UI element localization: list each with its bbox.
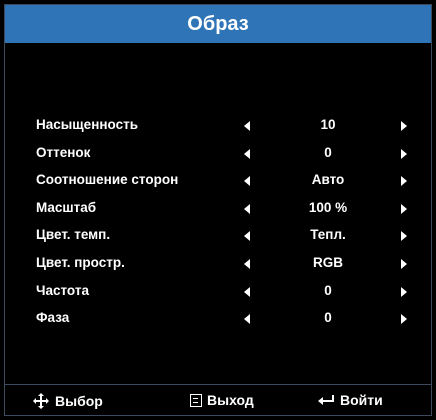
select-hint: Выбор <box>32 392 103 410</box>
exit-label: Выход <box>207 392 254 408</box>
setting-value: 10 <box>320 117 336 132</box>
exit-hint: Выход <box>190 392 254 408</box>
enter-label: Войти <box>340 392 383 408</box>
menu-button-icon <box>190 393 202 407</box>
increase-arrow-icon[interactable] <box>401 121 407 131</box>
decrease-arrow-icon[interactable] <box>244 314 250 325</box>
setting-row-saturation[interactable]: Насыщенность 10 <box>5 113 431 141</box>
select-label: Выбор <box>55 393 103 409</box>
osd-menu: Образ Насыщенность 10 Оттенок 0 Соотноше… <box>4 4 432 416</box>
setting-label: Насыщенность <box>36 117 138 132</box>
menu-title: Образ <box>187 12 249 35</box>
increase-arrow-icon[interactable] <box>401 286 407 297</box>
setting-label: Цвет. темп. <box>36 227 111 243</box>
setting-value: 0 <box>324 282 332 298</box>
increase-arrow-icon[interactable] <box>401 203 407 214</box>
enter-hint: Войти <box>317 392 383 408</box>
setting-label: Частота <box>36 282 89 298</box>
setting-value: 0 <box>324 310 332 326</box>
increase-arrow-icon[interactable] <box>401 148 407 159</box>
setting-value: Тепл. <box>310 227 346 243</box>
setting-row-aspect-ratio[interactable]: Соотношение сторон Авто <box>5 168 431 196</box>
move-arrows-icon <box>33 393 49 409</box>
setting-value: Авто <box>311 172 345 188</box>
settings-list: Насыщенность 10 Оттенок 0 Соотношение ст… <box>5 113 431 334</box>
increase-arrow-icon[interactable] <box>401 258 407 269</box>
decrease-arrow-icon[interactable] <box>244 176 250 187</box>
setting-label: Масштаб <box>36 199 97 215</box>
setting-row-color-space[interactable]: Цвет. простр. RGB <box>5 251 431 279</box>
decrease-arrow-icon[interactable] <box>244 286 250 297</box>
setting-row-frequency[interactable]: Частота 0 <box>5 279 431 307</box>
setting-value: 100 % <box>308 199 348 215</box>
decrease-arrow-icon[interactable] <box>244 203 250 214</box>
decrease-arrow-icon[interactable] <box>244 121 250 131</box>
increase-arrow-icon[interactable] <box>401 231 407 242</box>
setting-row-tint[interactable]: Оттенок 0 <box>5 141 431 169</box>
enter-arrow-icon <box>318 395 334 405</box>
decrease-arrow-icon[interactable] <box>244 258 250 269</box>
menu-footer: Выбор Выход Войти <box>5 384 431 415</box>
setting-label: Соотношение сторон <box>36 172 179 188</box>
setting-label: Фаза <box>36 310 70 326</box>
setting-label: Оттенок <box>36 144 91 160</box>
setting-label: Цвет. простр. <box>36 254 125 270</box>
menu-title-bar: Образ <box>5 5 431 43</box>
setting-value: RGB <box>313 254 343 270</box>
decrease-arrow-icon[interactable] <box>244 148 250 159</box>
setting-row-phase[interactable]: Фаза 0 <box>5 306 431 334</box>
decrease-arrow-icon[interactable] <box>244 231 250 242</box>
setting-row-zoom[interactable]: Масштаб 100 % <box>5 196 431 224</box>
setting-row-color-temp[interactable]: Цвет. темп. Тепл. <box>5 223 431 251</box>
increase-arrow-icon[interactable] <box>401 176 407 187</box>
increase-arrow-icon[interactable] <box>401 314 407 325</box>
setting-value: 0 <box>324 144 332 160</box>
